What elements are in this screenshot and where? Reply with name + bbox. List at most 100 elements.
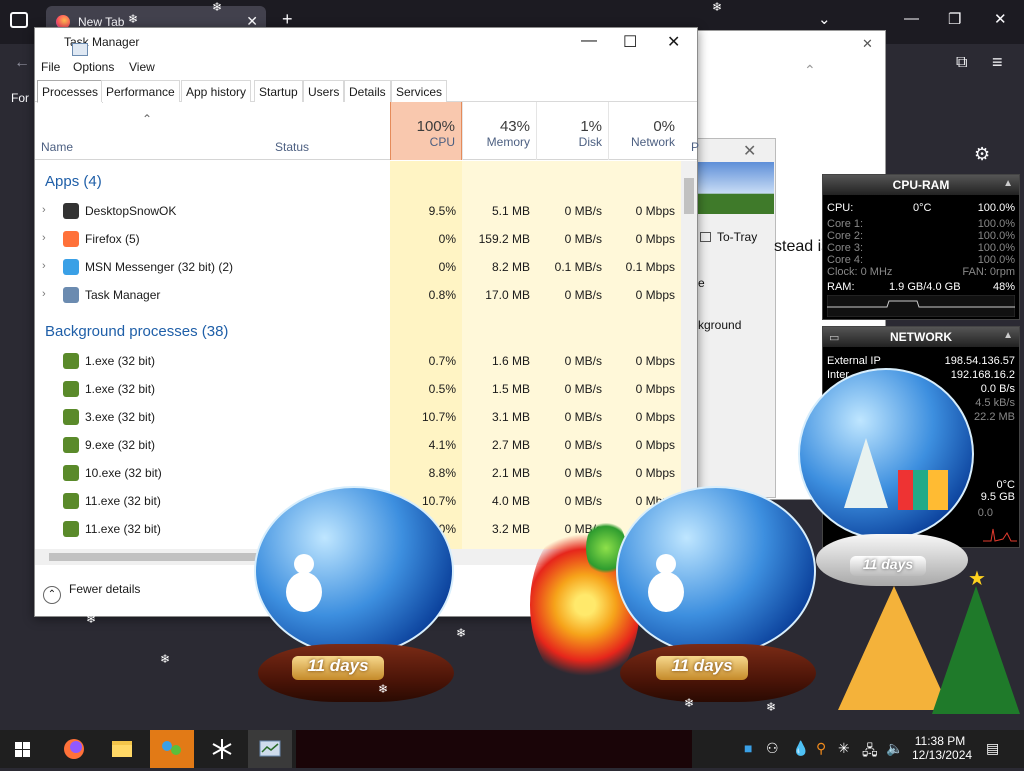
vertical-scroll-thumb[interactable] (684, 178, 694, 214)
restore-icon[interactable]: ❐ (948, 10, 961, 28)
back-arrow-icon[interactable]: ← (14, 54, 30, 72)
collapse-icon[interactable]: ▲ (1003, 178, 1013, 189)
close-icon[interactable]: ✕ (862, 36, 873, 52)
minimize-icon[interactable]: — (581, 32, 597, 50)
cell-mem: 4.0 MB (491, 494, 530, 508)
snowflake-icon: ❄ (766, 700, 777, 714)
cell-net: 0.1 Mbps (625, 260, 675, 274)
tab-list-icon[interactable] (10, 12, 28, 28)
file-explorer-icon[interactable] (100, 730, 144, 768)
gear-icon[interactable]: ⚙ (974, 144, 990, 165)
chevron-down-icon[interactable]: ⌄ (818, 10, 831, 28)
bookmark-item[interactable]: For (11, 91, 29, 105)
col-name[interactable]: Name (41, 140, 73, 154)
firefox-taskbar-icon[interactable] (52, 730, 96, 768)
desktopsnow-taskbar-icon[interactable] (200, 730, 244, 768)
minimize-icon[interactable]: — (904, 10, 919, 27)
cell-mem: 2.7 MB (491, 438, 530, 452)
cell-net: 0 Mbps (635, 382, 675, 396)
snowflake-icon: ❄ (712, 0, 723, 14)
table-row[interactable]: 1.exe (32 bit) 0.5% 1.5 MB 0 MB/s 0 Mbps (35, 375, 681, 403)
process-name: 10.exe (32 bit) (85, 466, 162, 480)
expand-chevron-icon[interactable]: › (42, 260, 46, 272)
menu-file[interactable]: File (41, 60, 60, 74)
tab-services[interactable]: Services (391, 80, 448, 102)
external-ip-label: External IP (827, 355, 881, 367)
cpu-value: 100.0% (977, 202, 1015, 214)
col-network[interactable]: 0% Network (608, 102, 681, 160)
process-name: 9.exe (32 bit) (85, 438, 156, 452)
window-title: Task Manager (43, 35, 139, 56)
total-transfer: 22.2 MB (974, 411, 1015, 423)
table-row[interactable]: 9.exe (32 bit) 4.1% 2.7 MB 0 MB/s 0 Mbps (35, 431, 681, 459)
table-row[interactable]: › Firefox (5) 0% 159.2 MB 0 MB/s 0 Mbps (35, 225, 681, 253)
cell-mem: 8.2 MB (491, 260, 530, 274)
gift-boxes-figure (898, 470, 948, 510)
expand-chevron-icon[interactable]: › (42, 232, 46, 244)
table-row[interactable]: › Task Manager 0.8% 17.0 MB 0 MB/s 0 Mbps (35, 281, 681, 309)
process-name: Firefox (5) (85, 232, 140, 246)
tab-users[interactable]: Users (303, 80, 345, 102)
snowy-tree-figure (844, 438, 888, 508)
volume-muted-icon[interactable]: 🔈 (886, 740, 903, 757)
tab-startup[interactable]: Startup (254, 80, 303, 102)
tab-app-history[interactable]: App history (181, 80, 252, 102)
table-row[interactable]: 1.exe (32 bit) 0.7% 1.6 MB 0 MB/s 0 Mbps (35, 347, 681, 375)
cell-disk: 0.1 MB/s (554, 260, 602, 274)
tray-square-icon[interactable]: ■ (744, 740, 752, 756)
menu-options[interactable]: Options (73, 60, 114, 74)
extensions-icon[interactable]: ⧉ (956, 54, 967, 72)
chevron-up-icon: ⌃ (43, 586, 61, 604)
hamburger-menu-icon[interactable]: ≡ (992, 52, 1003, 73)
table-row[interactable]: › DesktopSnowOK 9.5% 5.1 MB 0 MB/s 0 Mbps (35, 197, 681, 225)
maximize-icon[interactable]: ☐ (623, 32, 637, 52)
col-status[interactable]: Status (275, 140, 309, 154)
fewer-details-button[interactable]: ⌃ Fewer details (43, 582, 140, 604)
clock-time: 11:38 PM (914, 734, 966, 748)
task-manager-taskbar-icon[interactable] (248, 730, 292, 768)
taskbar-clock[interactable]: 11:38 PM 12/13/2024 (912, 734, 973, 762)
process-name: Task Manager (85, 288, 161, 302)
snowflake-icon: ❄ (212, 0, 223, 14)
network-icon[interactable]: 🖧 (862, 740, 878, 764)
process-icon (63, 465, 79, 481)
collapse-icon[interactable]: ▲ (1003, 330, 1013, 341)
col-disk[interactable]: 1% Disk (536, 102, 608, 160)
disk-total: 1% (580, 118, 602, 135)
network-total: 0% (653, 118, 675, 135)
tab-details[interactable]: Details (344, 80, 391, 102)
tab-performance[interactable]: Performance (101, 80, 180, 102)
cell-cpu: 10.7% (421, 410, 456, 424)
clock-date: 12/13/2024 (912, 748, 973, 762)
close-icon[interactable]: ✕ (667, 32, 680, 52)
tray-snow-icon[interactable]: ✳ (838, 740, 850, 757)
col-memory[interactable]: 43% Memory (462, 102, 536, 160)
dialog-text-fragment: e (698, 276, 705, 290)
core-value: 100.0% (977, 230, 1015, 242)
col-cpu[interactable]: 100% CPU (390, 102, 462, 160)
msn-messenger-taskbar-icon[interactable] (150, 730, 194, 768)
cell-mem: 3.2 MB (491, 522, 530, 536)
expand-chevron-icon[interactable]: › (42, 288, 46, 300)
tab-processes[interactable]: Processes (37, 80, 104, 103)
table-row[interactable]: 3.exe (32 bit) 10.7% 3.1 MB 0 MB/s 0 Mbps (35, 403, 681, 431)
memory-total: 43% (499, 118, 530, 135)
cpu-total: 100% (416, 118, 455, 135)
expand-chevron-icon[interactable]: › (42, 204, 46, 216)
close-window-icon[interactable]: ✕ (994, 10, 1007, 28)
cell-disk: 0 MB/s (564, 438, 602, 452)
notifications-icon[interactable]: ▤ (986, 740, 999, 757)
tray-people-icon[interactable]: ⚇ (766, 740, 779, 757)
tray-search-icon[interactable]: ⚲ (816, 740, 826, 757)
tray-drop-icon[interactable]: 💧 (792, 740, 809, 757)
start-button[interactable] (0, 730, 44, 768)
cell-disk: 0 MB/s (564, 410, 602, 424)
to-tray-button[interactable]: To-Tray (700, 230, 757, 244)
christmas-tree-decoration (932, 586, 1020, 714)
to-tray-label: To-Tray (717, 230, 758, 244)
col-power-truncated[interactable]: P (691, 140, 699, 154)
close-icon[interactable]: ✕ (743, 141, 756, 161)
table-row[interactable]: 10.exe (32 bit) 8.8% 2.1 MB 0 MB/s 0 Mbps (35, 459, 681, 487)
menu-view[interactable]: View (129, 60, 155, 74)
table-row[interactable]: › MSN Messenger (32 bit) (2) 0% 8.2 MB 0.1 M… (35, 253, 681, 281)
